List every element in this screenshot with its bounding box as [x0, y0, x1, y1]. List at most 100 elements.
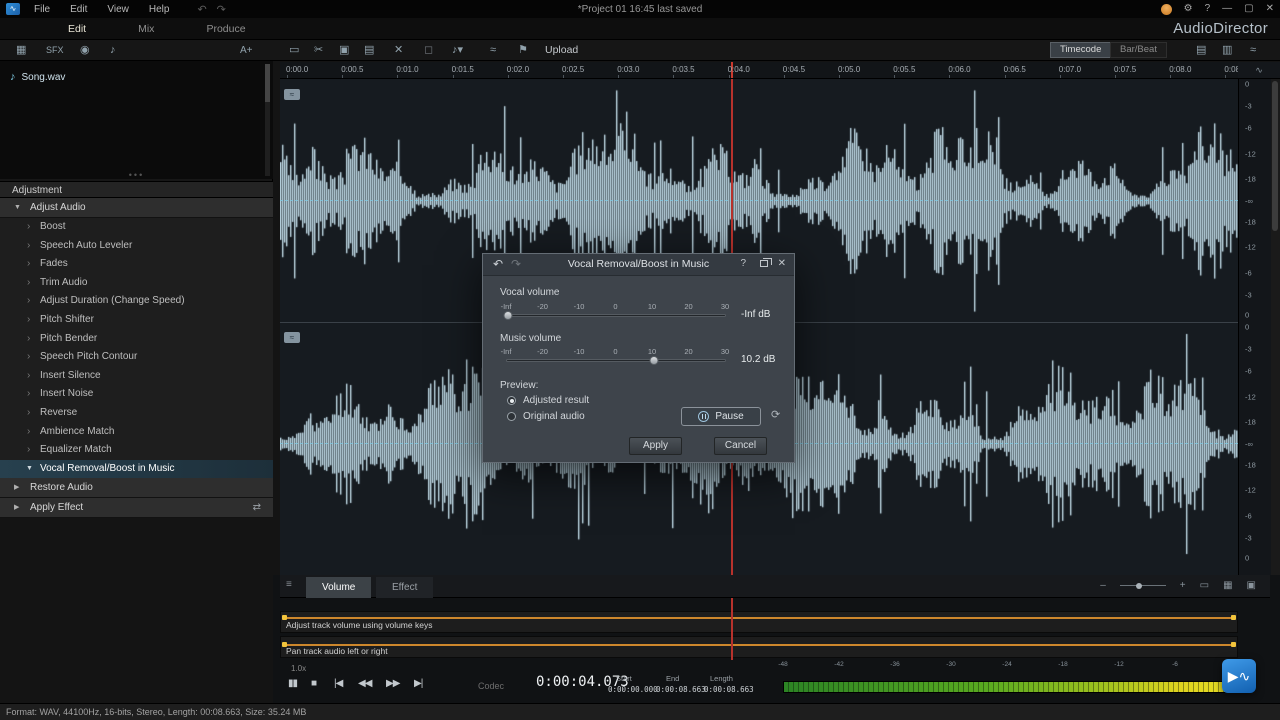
close-icon[interactable]: ✕ [1266, 3, 1274, 15]
normalize-icon[interactable]: ≈ [490, 43, 496, 58]
timecode-toggle[interactable]: Timecode [1050, 42, 1111, 58]
redo-icon[interactable]: ↷ [217, 3, 226, 16]
grid-icon[interactable]: ▤ [1196, 43, 1206, 58]
text-tool-icon[interactable]: A+ [240, 43, 253, 58]
forward-icon[interactable]: ↷ [511, 257, 521, 271]
adjustment-item-11[interactable]: ›Ambience Match [0, 423, 273, 442]
zoom-slider-handle[interactable] [1136, 583, 1142, 589]
scrollbar-thumb[interactable] [1272, 81, 1278, 231]
go-to-end-button[interactable]: ▶| [414, 678, 422, 689]
delete-icon[interactable]: ✕ [394, 43, 403, 58]
slider-tick-label: 30 [721, 302, 729, 311]
section-adjust-audio[interactable]: ▼ Adjust Audio [0, 198, 273, 218]
sfx-icon[interactable]: SFX [46, 43, 64, 58]
zoom-in-icon[interactable]: + [1180, 580, 1186, 591]
volume-keyframe-track[interactable]: Adjust track volume using volume keys [280, 611, 1238, 633]
adjustment-item-10[interactable]: ›Reverse [0, 404, 273, 423]
tab-volume[interactable]: Volume [306, 577, 371, 598]
zoom-region-icon[interactable]: ▦ [1223, 580, 1232, 591]
section-apply-effect[interactable]: ▶ Apply Effect ⇄ [0, 498, 273, 518]
media-library-icon[interactable]: ▦ [16, 43, 26, 58]
menu-view[interactable]: View [107, 4, 129, 15]
stop-button[interactable]: ■ [311, 678, 316, 689]
crossfade-icon[interactable]: ◻ [424, 43, 433, 58]
undo-icon[interactable]: ↶ [197, 3, 206, 16]
vertical-scrollbar[interactable] [1271, 79, 1280, 575]
speaker-icon[interactable]: ♪ [110, 43, 116, 58]
zoom-controls: – + ▭ ▦ ▣ [1100, 580, 1256, 591]
adjustment-item-2[interactable]: ›Fades [0, 255, 273, 274]
tab-effect[interactable]: Effect [376, 577, 433, 598]
pause-preview-button[interactable]: Pause [681, 407, 761, 426]
adjustment-item-5[interactable]: ›Pitch Shifter [0, 311, 273, 330]
help-icon[interactable]: ? [1205, 3, 1211, 15]
music-volume-slider[interactable] [506, 359, 726, 362]
radio-original-audio[interactable]: Original audio [507, 411, 585, 422]
adjustment-item-3[interactable]: ›Trim Audio [0, 274, 273, 293]
adjustment-item-label: Fades [40, 258, 68, 269]
fit-view-icon[interactable]: ▣ [1247, 580, 1256, 591]
cancel-button[interactable]: Cancel [714, 437, 767, 455]
section-restore-audio[interactable]: ▶ Restore Audio [0, 478, 273, 498]
minimize-icon[interactable]: — [1222, 3, 1232, 15]
snap-icon[interactable]: ▥ [1222, 43, 1232, 58]
maximize-icon[interactable]: ▢ [1244, 3, 1253, 15]
adjustment-item-8[interactable]: ›Insert Silence [0, 367, 273, 386]
keyframe-dot[interactable] [1231, 642, 1236, 647]
volume-keyframe-line[interactable] [283, 617, 1235, 619]
mode-tab-edit[interactable]: Edit [68, 23, 86, 35]
loop-icon[interactable]: ⟳ [771, 408, 780, 421]
upload-button[interactable]: Upload [545, 44, 578, 56]
adjustment-item-0[interactable]: ›Boost [0, 218, 273, 237]
zoom-slider[interactable] [1120, 585, 1166, 586]
dialog-close-icon[interactable]: ✕ [778, 258, 786, 269]
copy-icon[interactable]: ▣ [339, 43, 349, 58]
go-to-start-button[interactable]: |◀ [334, 678, 342, 689]
adjustment-item-9[interactable]: ›Insert Noise [0, 385, 273, 404]
select-icon[interactable]: ▭ [289, 43, 299, 58]
adjustment-item-7[interactable]: ›Speech Pitch Contour [0, 348, 273, 367]
adjustment-item-12[interactable]: ›Equalizer Match [0, 441, 273, 460]
gear-icon[interactable]: ⚙ [1184, 3, 1193, 15]
avatar-icon[interactable] [1161, 4, 1172, 15]
keyframe-dot[interactable] [1231, 615, 1236, 620]
timeline-ruler[interactable]: 0:00.00:00.50:01.00:01.50:02.00:02.50:03… [280, 62, 1238, 79]
barbeat-toggle[interactable]: Bar/Beat [1110, 42, 1167, 58]
menu-edit[interactable]: Edit [70, 4, 87, 15]
select-range-icon[interactable]: ▭ [1200, 580, 1209, 591]
adjustment-item-1[interactable]: ›Speech Auto Leveler [0, 237, 273, 256]
dialog-help-icon[interactable]: ? [740, 258, 746, 269]
adjustment-item-4[interactable]: ›Adjust Duration (Change Speed) [0, 292, 273, 311]
mode-tab-produce[interactable]: Produce [206, 23, 245, 35]
scissors-icon[interactable]: ✂ [314, 43, 323, 58]
titlebar: ∿ FileEditViewHelp ↶ ↷ *Project 01 16:45… [0, 0, 1280, 18]
paste-icon[interactable]: ▤ [364, 43, 374, 58]
library-item-song[interactable]: ♪ Song.wav [10, 71, 65, 83]
back-icon[interactable]: ↶ [493, 257, 503, 271]
collapse-panel-icon[interactable]: ≡ [286, 579, 292, 590]
radio-adjusted-result[interactable]: Adjusted result [507, 395, 589, 406]
pan-keyframe-track[interactable]: Pan track audio left or right [280, 636, 1238, 658]
record-icon[interactable]: ◉ [80, 43, 90, 58]
vocal-volume-slider[interactable] [506, 314, 726, 317]
music-volume-handle[interactable] [650, 356, 659, 365]
pause-button[interactable]: ▮▮ [288, 678, 297, 689]
panel-splitter-handle[interactable]: ••• [129, 172, 144, 178]
menu-help[interactable]: Help [149, 4, 170, 15]
monitor-speaker-icon[interactable]: ♪▾ [452, 43, 463, 58]
dialog-restore-icon[interactable] [760, 258, 768, 269]
dialog-titlebar[interactable]: ↶ ↷ Vocal Removal/Boost in Music ? ✕ [483, 254, 794, 276]
library-scrollbar[interactable] [265, 64, 270, 176]
zoom-out-icon[interactable]: – [1100, 580, 1106, 591]
apply-button[interactable]: Apply [629, 437, 682, 455]
menu-file[interactable]: File [34, 4, 50, 15]
step-back-button[interactable]: ◀◀ [358, 678, 371, 689]
adjustment-item-6[interactable]: ›Pitch Bender [0, 330, 273, 349]
adjustment-item-vocal-removal[interactable]: ▼ Vocal Removal/Boost in Music [0, 460, 273, 479]
vocal-volume-handle[interactable] [504, 311, 513, 320]
pan-keyframe-line[interactable] [283, 644, 1235, 646]
wave-view-icon[interactable]: ≈ [1250, 43, 1256, 58]
mode-tab-mix[interactable]: Mix [138, 23, 154, 35]
marker-icon[interactable]: ⚑ [518, 43, 528, 58]
step-forward-button[interactable]: ▶▶ [386, 678, 399, 689]
